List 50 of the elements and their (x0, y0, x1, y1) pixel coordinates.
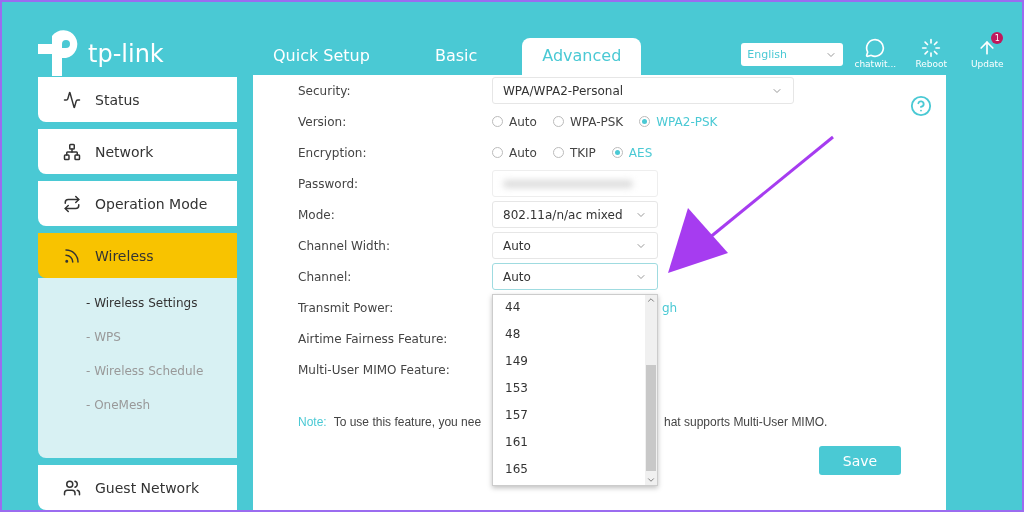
logo-text: tp-link (88, 40, 164, 68)
dropdown-option[interactable]: 149 (505, 354, 645, 370)
note-text: To use this feature, you nee (333, 415, 482, 429)
field-label: Transmit Power: (298, 300, 395, 315)
sidebar-item[interactable]: Network (38, 129, 237, 174)
status-icon (63, 90, 81, 109)
radio-option[interactable]: Auto (492, 114, 537, 129)
mode-icon (63, 194, 81, 213)
dropdown-option[interactable]: 157 (505, 408, 645, 424)
select-field[interactable]: 802.11a/n/ac mixed (492, 201, 658, 228)
radio-option[interactable]: Auto (492, 145, 537, 160)
chat-icon (865, 38, 886, 58)
field-label: Mode: (298, 207, 336, 222)
select-field[interactable]: Auto (492, 263, 658, 290)
wireless-icon (63, 246, 81, 265)
password-field[interactable] (492, 170, 658, 197)
select-field[interactable]: WPA/WPA2-Personal (492, 77, 794, 104)
note-text: hat supports Multi-User MIMO. (664, 415, 828, 429)
field-label: Multi-User MIMO Feature: (298, 362, 451, 377)
radio-option[interactable]: TKIP (552, 145, 596, 160)
dropdown-option[interactable]: 161 (505, 435, 645, 451)
field-label: Channel: (298, 269, 353, 284)
sidebar-item[interactable]: Operation Mode (38, 181, 237, 226)
field-label: Channel Width: (298, 238, 391, 253)
dropdown-option[interactable]: 48 (505, 327, 645, 343)
radio-option[interactable]: WPA-PSK (552, 114, 624, 129)
note-label: Note: (298, 415, 327, 429)
scrollbar[interactable] (645, 295, 657, 485)
submenu-item[interactable]: - Wireless Settings (86, 296, 237, 310)
sidebar-item[interactable]: Status (38, 77, 237, 122)
scroll-down-icon[interactable] (646, 475, 656, 485)
help-icon[interactable] (910, 95, 932, 117)
scroll-up-icon[interactable] (646, 295, 656, 305)
power-value: gh (662, 300, 678, 315)
reboot-icon (921, 38, 942, 58)
dropdown-option[interactable]: 44 (505, 300, 645, 316)
network-icon (63, 142, 81, 161)
notification-badge: 1 (991, 32, 1004, 44)
field-label: Password: (298, 176, 360, 191)
field-label: Airtime Fairness Feature: (298, 331, 449, 346)
field-label: Version: (298, 114, 348, 129)
header-action[interactable]: Update 1 (965, 32, 1010, 69)
field-label: Encryption: (298, 145, 368, 160)
dropdown-option[interactable]: 153 (505, 381, 645, 397)
select-field[interactable]: Auto (492, 232, 658, 259)
sidebar-item[interactable]: Wireless (38, 233, 237, 278)
sidebar-item[interactable]: Guest Network (38, 465, 237, 510)
guest-icon (63, 478, 81, 497)
field-label: Security: (298, 83, 352, 98)
dropdown-option[interactable]: 165 (505, 462, 645, 478)
